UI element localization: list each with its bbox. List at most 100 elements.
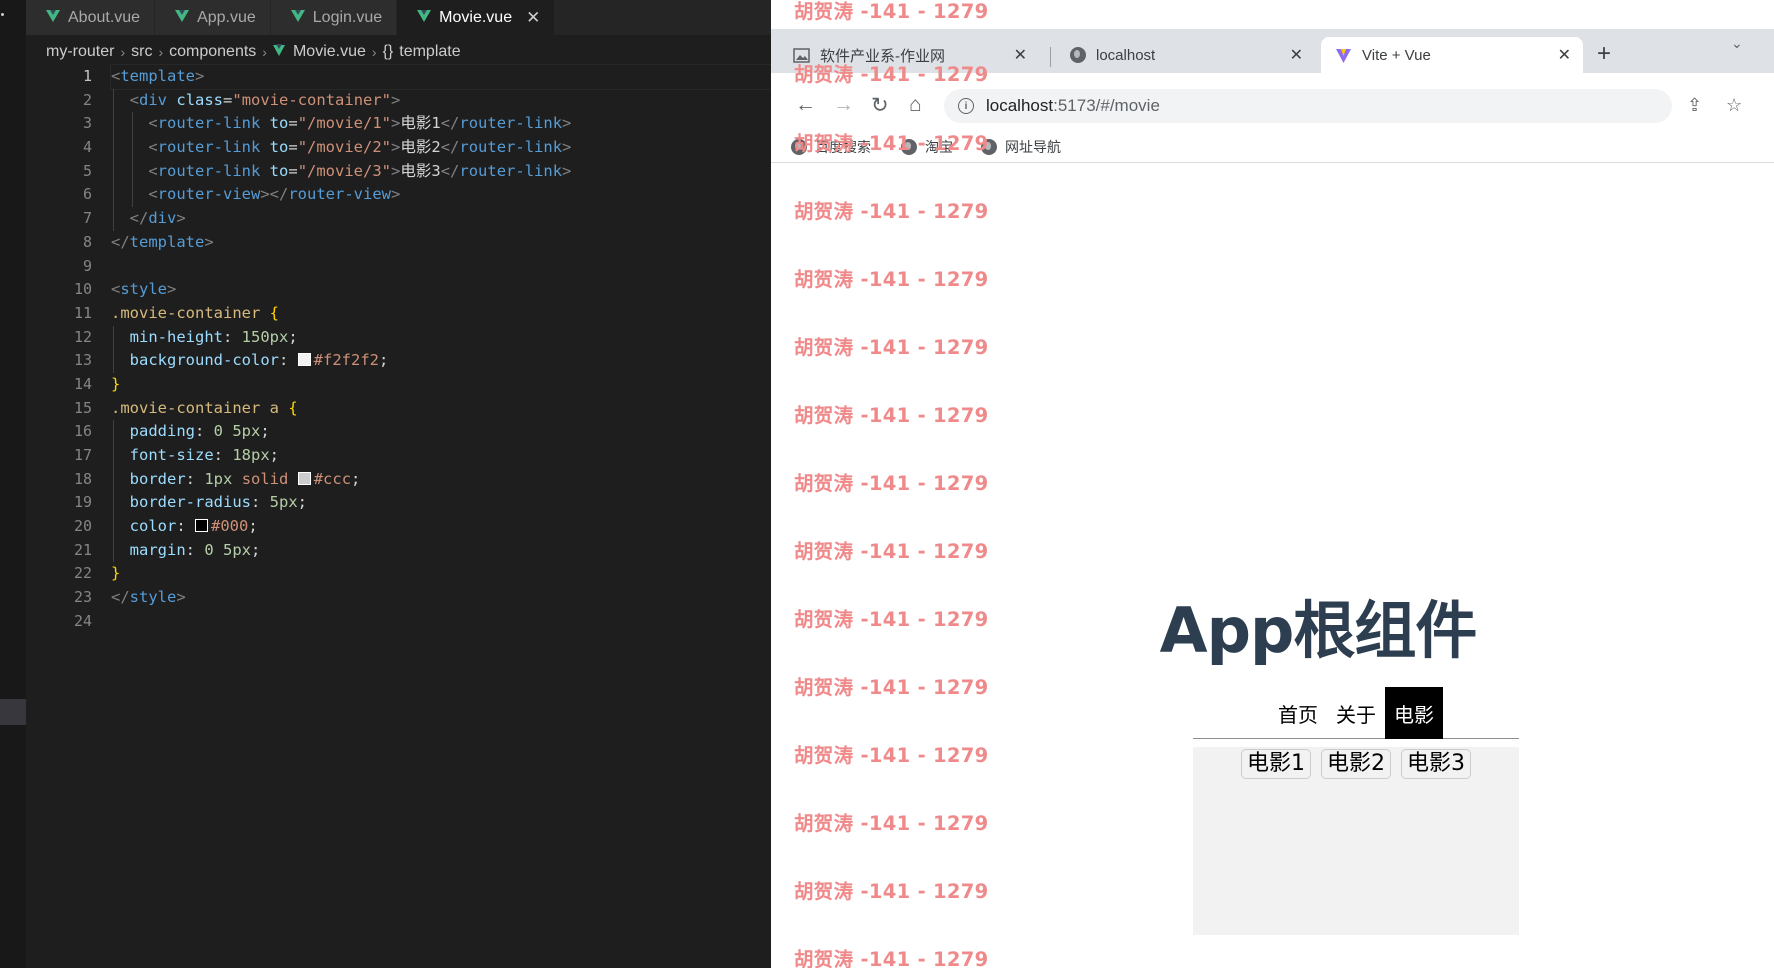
tab-label: Movie.vue [439,8,513,26]
line-number: 21 [73,540,92,559]
line-number: 3 [82,114,92,133]
vue-file-icon [290,9,305,22]
watermark-text: 胡贺涛 -141 - 1279 [794,880,989,903]
breadcrumb-item[interactable]: Movie.vue [293,43,366,61]
line-number: 19 [73,493,92,512]
bookmark-nav[interactable]: 网址导航 [981,137,1061,157]
close-icon[interactable]: ✕ [1014,45,1027,65]
forward-arrow-icon[interactable]: → [833,93,854,117]
tab-login-vue[interactable]: Login.vue [270,0,398,35]
tab-label: About.vue [68,8,141,26]
chevron-right-icon: › [120,44,126,60]
symbol-braces-icon: {} [382,43,394,60]
back-arrow-icon[interactable]: ← [795,93,816,117]
movie-link-3[interactable]: 电影3 [1401,749,1471,779]
url-path: :5173/#/movie [1053,96,1160,115]
movie-link-2[interactable]: 电影2 [1321,749,1391,779]
share-icon[interactable]: ⇪ [1687,95,1702,116]
line-number: 10 [73,280,92,299]
close-icon[interactable]: ✕ [1290,45,1303,65]
watermark-text: 胡贺涛 -141 - 1279 [794,472,989,495]
code-line: min-height: 150px; [111,325,771,350]
movie-link-1[interactable]: 电影1 [1241,749,1311,779]
close-icon[interactable]: ✕ [526,8,540,28]
watermark-text: 胡贺涛 -141 - 1279 [794,744,989,767]
new-tab-icon[interactable]: + [1597,40,1611,68]
color-swatch-icon[interactable] [195,519,209,533]
code-line: <router-link to="/movie/2">电影2</router-l… [111,136,771,160]
watermark-text: 胡贺涛 -141 - 1279 [794,540,989,563]
code-line: </style> [111,588,186,607]
code-line: </div> [111,207,771,231]
code-line: } [111,564,121,583]
watermark-text: 胡贺涛 -141 - 1279 [794,200,989,223]
watermark-text: 胡贺涛 -141 - 1279 [794,608,989,631]
line-number: 9 [82,256,92,275]
code-area[interactable]: <template> <div class="movie-container">… [110,64,771,634]
code-line: <router-view></router-view> [111,183,771,208]
line-number-gutter: 1 2 3 4 5 6 7 8 9 10 11 12 13 14 15 16 1… [26,65,92,634]
breadcrumb-item[interactable]: components [169,43,256,61]
line-number: 20 [73,517,92,536]
line-number: 11 [73,303,92,322]
line-number: 14 [73,374,92,393]
line-number: 12 [73,327,92,346]
code-line: <template> [110,64,771,90]
tab-about-vue[interactable]: About.vue [26,0,156,35]
vue-file-icon [272,43,285,56]
color-swatch-icon[interactable] [297,353,311,367]
code-line: border-radius: 5px; [111,491,771,516]
code-line: <router-link to="/movie/3">电影3</router-l… [111,159,771,184]
watermark-text: 胡贺涛 -141 - 1279 [794,676,989,699]
globe-icon [1069,47,1086,64]
tab-app-vue[interactable]: App.vue [155,0,271,35]
breadcrumb-item[interactable]: template [399,43,460,61]
activity-highlight[interactable] [0,699,26,725]
more-dot-icon[interactable] [1,13,4,16]
chevron-right-icon: › [262,44,267,60]
nav-link-movie[interactable]: 电影 [1385,687,1443,739]
line-number: 16 [73,422,92,441]
app-nav: 首页 关于 电影 [1193,687,1519,739]
code-line: <div class="movie-container"> [111,88,771,113]
line-number: 6 [82,185,92,204]
close-icon[interactable]: ✕ [1558,45,1571,65]
nav-link-about[interactable]: 关于 [1327,687,1385,739]
line-number: 8 [82,232,92,251]
star-icon[interactable]: ☆ [1726,95,1742,116]
vue-file-icon [417,9,432,22]
breadcrumb-item[interactable]: my-router [46,43,114,61]
line-number: 7 [82,209,92,228]
chevron-right-icon: › [371,44,377,60]
code-line: </template> [111,232,214,251]
line-number: 13 [73,351,92,370]
vue-file-icon [175,9,190,22]
info-icon[interactable]: i [958,98,974,114]
watermark-text: 胡贺涛 -141 - 1279 [794,336,989,359]
line-number: 24 [73,611,92,630]
url-host: localhost [986,96,1054,115]
tab-divider [1050,47,1051,67]
code-line: color: #000; [111,515,771,539]
line-number: 22 [73,564,92,583]
line-number: 4 [82,138,92,157]
address-bar[interactable]: i localhost:5173/#/movie [944,89,1672,123]
breadcrumb-item[interactable]: src [131,43,152,61]
editor-tab-bar: About.vue App.vue Login.vue Movie.vue ✕ [26,0,771,35]
nav-link-home[interactable]: 首页 [1269,687,1327,739]
home-icon[interactable]: ⌂ [909,93,922,117]
watermark-text: 胡贺涛 -141 - 1279 [794,132,989,155]
code-editor: About.vue App.vue Login.vue Movie.vue ✕ … [0,0,771,968]
movie-container: 电影1 电影2 电影3 [1193,747,1519,935]
browser-tab-title: localhost [1096,46,1156,64]
code-line: .movie-container a { [111,398,298,417]
tab-movie-vue[interactable]: Movie.vue ✕ [397,0,556,35]
browser-tab-vite-vue[interactable]: Vite + Vue ✕ [1321,37,1583,73]
color-swatch-icon[interactable] [297,471,311,485]
watermark-text: 胡贺涛 -141 - 1279 [794,812,989,835]
browser-tab-localhost[interactable]: localhost ✕ [1055,37,1315,73]
chevron-down-icon[interactable]: ⌄ [1731,35,1743,52]
reload-icon[interactable]: ↻ [871,93,889,118]
